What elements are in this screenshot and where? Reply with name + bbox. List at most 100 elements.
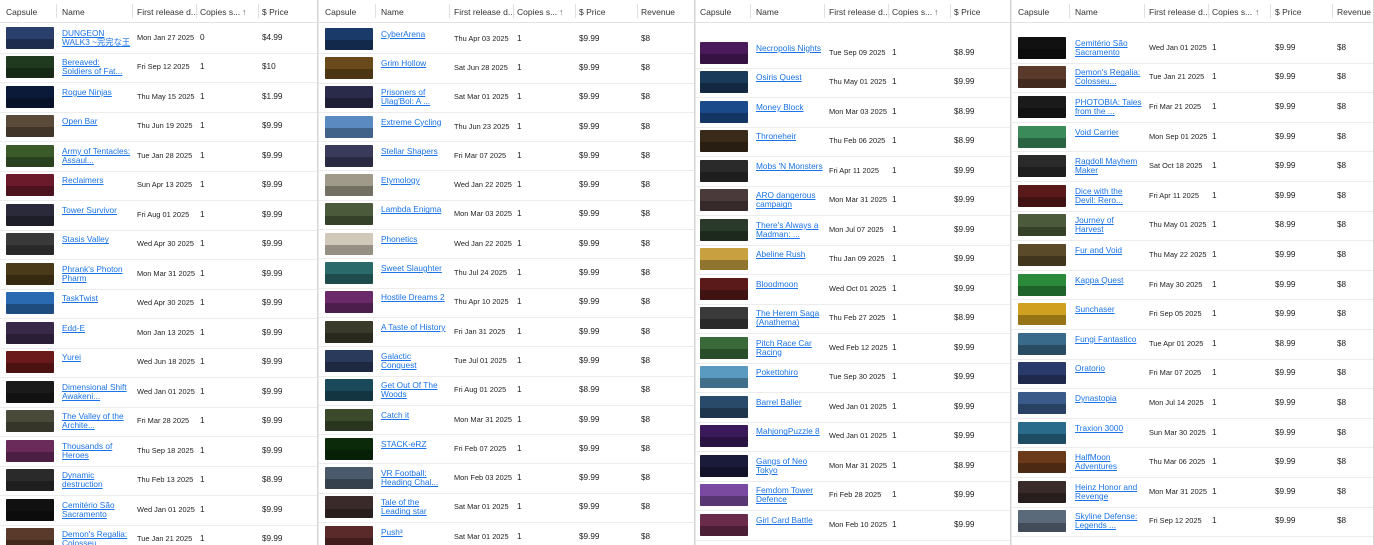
- capsule-image[interactable]: [700, 130, 748, 153]
- game-name-link[interactable]: Push³: [381, 528, 448, 545]
- column-header-cap[interactable]: Capsule: [1018, 0, 1049, 22]
- game-name-link[interactable]: Etymology: [381, 176, 448, 194]
- capsule-image[interactable]: [700, 248, 748, 271]
- column-divider[interactable]: [575, 4, 576, 18]
- column-header-copies[interactable]: Copies s...: [200, 0, 240, 22]
- capsule-image[interactable]: [325, 86, 373, 109]
- column-divider[interactable]: [258, 4, 259, 18]
- column-header-date[interactable]: First release d...: [1149, 0, 1210, 22]
- column-header-cap[interactable]: Capsule: [6, 0, 37, 22]
- capsule-image[interactable]: [700, 366, 748, 389]
- game-name-link[interactable]: Army of Tentacles: Assaul...: [62, 147, 131, 165]
- game-name-link[interactable]: TaskTwist: [62, 294, 131, 312]
- capsule-image[interactable]: [700, 307, 748, 330]
- capsule-image[interactable]: [700, 454, 748, 477]
- capsule-image[interactable]: [1018, 155, 1066, 178]
- column-divider[interactable]: [888, 4, 889, 18]
- capsule-image[interactable]: [1018, 243, 1066, 266]
- game-name-link[interactable]: A Taste of History: [381, 323, 448, 341]
- game-name-link[interactable]: Fur and Void: [1075, 246, 1143, 264]
- capsule-image[interactable]: [6, 56, 54, 79]
- game-name-link[interactable]: Void Carrier: [1075, 128, 1143, 146]
- capsule-image[interactable]: [6, 439, 54, 462]
- capsule-image[interactable]: [700, 71, 748, 94]
- game-name-link[interactable]: Necropolis Nights: [756, 44, 823, 62]
- game-name-link[interactable]: Oratorio: [1075, 364, 1143, 382]
- column-header-revenue[interactable]: Revenue: [1337, 0, 1371, 22]
- capsule-image[interactable]: [6, 469, 54, 492]
- game-name-link[interactable]: CyberArena: [381, 30, 448, 48]
- column-header-copies[interactable]: Copies s...: [892, 0, 932, 22]
- capsule-image[interactable]: [6, 144, 54, 167]
- column-header-name[interactable]: Name: [1075, 0, 1098, 22]
- capsule-image[interactable]: [325, 525, 373, 545]
- game-name-link[interactable]: Open Bar: [62, 117, 131, 135]
- column-divider[interactable]: [637, 4, 638, 18]
- column-divider[interactable]: [1069, 4, 1070, 18]
- game-name-link[interactable]: Phrank's Photon Pharm: [62, 265, 131, 283]
- game-name-link[interactable]: Stasis Valley: [62, 235, 131, 253]
- game-name-link[interactable]: Lambda Enigma: [381, 205, 448, 223]
- capsule-image[interactable]: [6, 292, 54, 315]
- column-divider[interactable]: [1208, 4, 1209, 18]
- game-name-link[interactable]: Money Block: [756, 103, 823, 121]
- game-name-link[interactable]: Grim Hollow: [381, 59, 448, 77]
- capsule-image[interactable]: [700, 484, 748, 507]
- column-divider[interactable]: [750, 4, 751, 18]
- game-name-link[interactable]: Femdom Tower Defence: [756, 486, 823, 504]
- column-header-price[interactable]: $ Price: [954, 0, 980, 22]
- column-header-date[interactable]: First release d...: [454, 0, 515, 22]
- capsule-image[interactable]: [325, 27, 373, 50]
- column-divider[interactable]: [1332, 4, 1333, 18]
- capsule-image[interactable]: [325, 437, 373, 460]
- capsule-image[interactable]: [1018, 421, 1066, 444]
- game-name-link[interactable]: Sunchaser: [1075, 305, 1143, 323]
- game-name-link[interactable]: Journey of Harvest: [1075, 216, 1143, 234]
- capsule-image[interactable]: [700, 336, 748, 359]
- game-name-link[interactable]: Dynastopia: [1075, 394, 1143, 412]
- game-name-link[interactable]: Bloodmoon: [756, 280, 823, 298]
- capsule-image[interactable]: [6, 85, 54, 108]
- capsule-image[interactable]: [6, 380, 54, 403]
- game-name-link[interactable]: Tale of the Leading star: [381, 498, 448, 516]
- capsule-image[interactable]: [6, 26, 54, 49]
- game-name-link[interactable]: Pokettohiro: [756, 368, 823, 386]
- column-divider[interactable]: [1270, 4, 1271, 18]
- capsule-image[interactable]: [325, 144, 373, 167]
- sort-arrow-up-icon[interactable]: ↑: [934, 0, 939, 22]
- sort-arrow-up-icon[interactable]: ↑: [242, 0, 247, 22]
- game-name-link[interactable]: Throneheir: [756, 132, 823, 150]
- game-name-link[interactable]: Rogue Ninjas: [62, 88, 131, 106]
- capsule-image[interactable]: [1018, 510, 1066, 533]
- column-divider[interactable]: [449, 4, 450, 18]
- capsule-image[interactable]: [325, 262, 373, 285]
- capsule-image[interactable]: [325, 408, 373, 431]
- capsule-image[interactable]: [6, 351, 54, 374]
- column-header-name[interactable]: Name: [756, 0, 779, 22]
- game-name-link[interactable]: Dynamic destruction: [62, 471, 131, 489]
- game-name-link[interactable]: Tower Survivor: [62, 206, 131, 224]
- column-header-name[interactable]: Name: [62, 0, 85, 22]
- game-name-link[interactable]: Prisoners of Ulag'Bol: A ...: [381, 88, 448, 106]
- game-name-link[interactable]: HalfMoon Adventures: [1075, 453, 1143, 471]
- capsule-image[interactable]: [1018, 391, 1066, 414]
- capsule-image[interactable]: [1018, 332, 1066, 355]
- column-header-cap[interactable]: Capsule: [700, 0, 731, 22]
- capsule-image[interactable]: [325, 232, 373, 255]
- game-name-link[interactable]: Phonetics: [381, 235, 448, 253]
- capsule-image[interactable]: [6, 321, 54, 344]
- game-name-link[interactable]: Galactic Conquest: [381, 352, 448, 370]
- column-header-date[interactable]: First release d...: [137, 0, 198, 22]
- game-name-link[interactable]: Kappa Quest: [1075, 276, 1143, 294]
- game-name-link[interactable]: PHOTOBIA: Tales from the ...: [1075, 98, 1143, 116]
- capsule-image[interactable]: [325, 379, 373, 402]
- capsule-image[interactable]: [1018, 184, 1066, 207]
- column-header-date[interactable]: First release d...: [829, 0, 890, 22]
- game-name-link[interactable]: STACK-eRZ: [381, 440, 448, 458]
- column-header-price[interactable]: $ Price: [262, 0, 288, 22]
- game-name-link[interactable]: Barrel Baller: [756, 398, 823, 416]
- column-divider[interactable]: [196, 4, 197, 18]
- capsule-image[interactable]: [1018, 214, 1066, 237]
- game-name-link[interactable]: ARO dangerous campaign: [756, 191, 823, 209]
- column-header-copies[interactable]: Copies s...: [1212, 0, 1252, 22]
